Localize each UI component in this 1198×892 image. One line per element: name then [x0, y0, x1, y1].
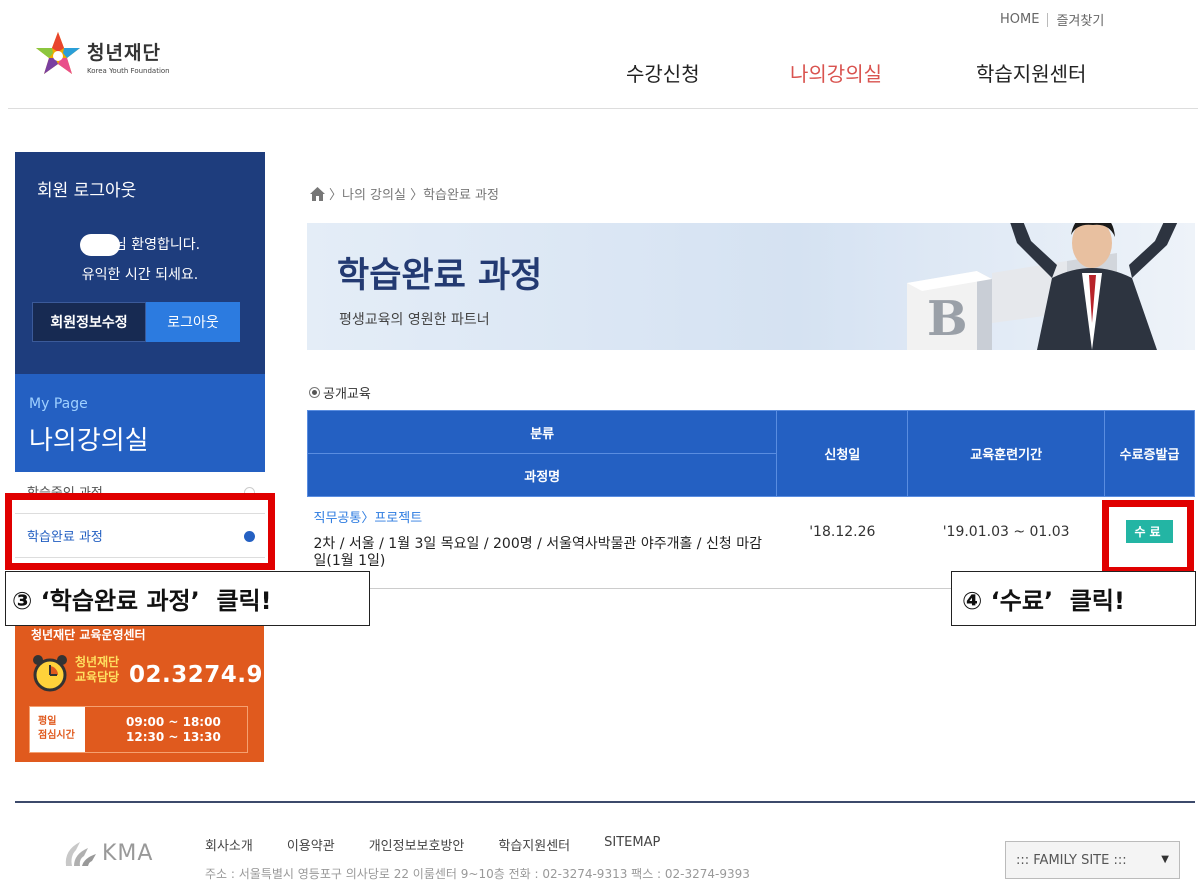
member-box: 회원 로그아웃 님 환영합니다. 유익한 시간 되세요. 회원정보수정 로그아웃	[15, 152, 265, 374]
completed-courses-table: 분류 신청일 교육훈련기간 수료증발급 과정명 직무공통〉프로젝트 2차 / 서…	[306, 410, 1195, 589]
mypage-box: My Page 나의강의실	[15, 374, 265, 472]
mypage-title: 나의강의실	[29, 426, 149, 456]
nav-my-classroom[interactable]: 나의강의실	[790, 58, 882, 87]
call-center-title: 청년재단 교육운영센터	[31, 628, 146, 642]
footer-links: 회사소개 이용약관 개인정보보호방안 학습지원센터 SITEMAP	[205, 835, 694, 854]
certificate-highlight-box	[1102, 500, 1194, 574]
logout-button[interactable]: 로그아웃	[146, 302, 240, 342]
family-site-value: ::: FAMILY SITE :::	[1016, 852, 1127, 868]
footer-link-privacy[interactable]: 개인정보보호방안	[369, 835, 465, 854]
header-certificate: 수료증발급	[1104, 410, 1195, 497]
footer-link-about[interactable]: 회사소개	[205, 835, 253, 854]
header-period: 교육훈련기간	[907, 410, 1106, 497]
home-link[interactable]: HOME	[1000, 12, 1039, 27]
radio-selected-icon[interactable]	[309, 387, 320, 398]
edit-profile-button[interactable]: 회원정보수정	[32, 302, 146, 342]
kma-logo-text: KMA	[102, 840, 154, 866]
dept-line1: 청년재단	[75, 655, 120, 669]
mypage-subtitle: My Page	[29, 396, 88, 412]
dept-line2: 교육담당	[75, 670, 120, 684]
logo-korean-text: 청년재단	[87, 41, 161, 64]
course-cell: 직무공통〉프로젝트 2차 / 서울 / 1월 3일 목요일 / 200명 / 서…	[308, 497, 777, 589]
header-category: 분류	[306, 410, 778, 454]
businessman-illustration	[1010, 223, 1178, 350]
footer-link-support[interactable]: 학습지원센터	[498, 835, 570, 854]
lunch-hours: 12:30 ~ 13:30	[126, 730, 221, 744]
dropdown-arrow-icon: ▼	[1161, 854, 1169, 865]
site-logo[interactable]: 청년재단 Korea Youth Foundation	[35, 30, 170, 82]
weekday-hours: 09:00 ~ 18:00	[126, 715, 221, 729]
kma-swirl-icon	[65, 842, 96, 866]
svg-text:B: B	[927, 291, 968, 347]
step3-instruction: ③ ‘학습완료 과정’ 클릭!	[5, 571, 370, 626]
member-box-title: 회원 로그아웃	[37, 181, 137, 201]
page-title: 학습완료 과정	[337, 256, 543, 296]
header-divider	[8, 108, 1198, 109]
alarm-clock-icon	[33, 655, 67, 692]
logo-english-text: Korea Youth Foundation	[87, 66, 170, 75]
header-course-name: 과정명	[306, 453, 778, 497]
page-banner: 학습완료 과정 평생교육의 영원한 파트너 B ES	[307, 223, 1195, 350]
footer-address: 주소 : 서울특별시 영등포구 의사당로 22 이룸센터 9~10층 전화 : …	[205, 867, 750, 881]
apply-date: '18.12.26	[809, 523, 876, 540]
welcome-text: 님 환영합니다.	[15, 234, 265, 256]
star-logo-icon	[36, 32, 80, 74]
office-hours-box: 평일 점심시간 09:00 ~ 18:00 12:30 ~ 13:30	[29, 706, 248, 753]
header-apply-date: 신청일	[776, 410, 909, 497]
home-icon[interactable]	[310, 186, 325, 201]
top-links: HOME 즐겨찾기	[1000, 10, 1104, 29]
page-subtitle: 평생교육의 영원한 파트너	[339, 312, 490, 328]
call-center-box: 청년재단 교육운영센터 청년재단 교육담당 02.3274.9313 평일 점심…	[15, 622, 312, 762]
breadcrumb-path: 〉나의 강의실 〉학습완료 과정	[329, 188, 499, 203]
office-hours-values: 09:00 ~ 18:00 12:30 ~ 13:30	[126, 715, 221, 745]
office-hours-label: 평일 점심시간	[30, 707, 85, 752]
lunch-label: 점심시간	[38, 730, 75, 741]
welcome-line1: 님 환영합니다.	[113, 237, 201, 253]
filter-label: 공개교육	[323, 387, 371, 402]
kma-logo: KMA	[62, 836, 153, 870]
call-center-department: 청년재단 교육담당	[75, 655, 119, 685]
course-name[interactable]: 2차 / 서울 / 1월 3일 목요일 / 200명 / 서울역사박물관 야주개…	[314, 536, 771, 570]
step4-instruction: ④ ‘수료’ 클릭!	[951, 571, 1196, 626]
nav-course-apply[interactable]: 수강신청	[626, 58, 700, 87]
nav-learning-support[interactable]: 학습지원센터	[976, 58, 1086, 87]
footer-divider	[15, 801, 1195, 803]
phone-number: 02.3274.9313	[129, 662, 313, 688]
weekday-label: 평일	[38, 716, 57, 727]
public-education-filter[interactable]: 공개교육	[309, 383, 371, 402]
breadcrumb: 〉나의 강의실 〉학습완료 과정	[310, 184, 499, 203]
family-site-select[interactable]: ::: FAMILY SITE ::: ▼	[1005, 841, 1180, 879]
course-category[interactable]: 직무공통〉프로젝트	[314, 507, 771, 526]
completed-course-highlight-box	[5, 493, 275, 570]
divider	[1047, 12, 1049, 27]
footer-link-terms[interactable]: 이용약관	[287, 835, 335, 854]
footer-link-sitemap[interactable]: SITEMAP	[604, 835, 660, 854]
bookmark-link[interactable]: 즐겨찾기	[1056, 10, 1104, 29]
welcome-line2: 유익한 시간 되세요.	[81, 267, 199, 283]
